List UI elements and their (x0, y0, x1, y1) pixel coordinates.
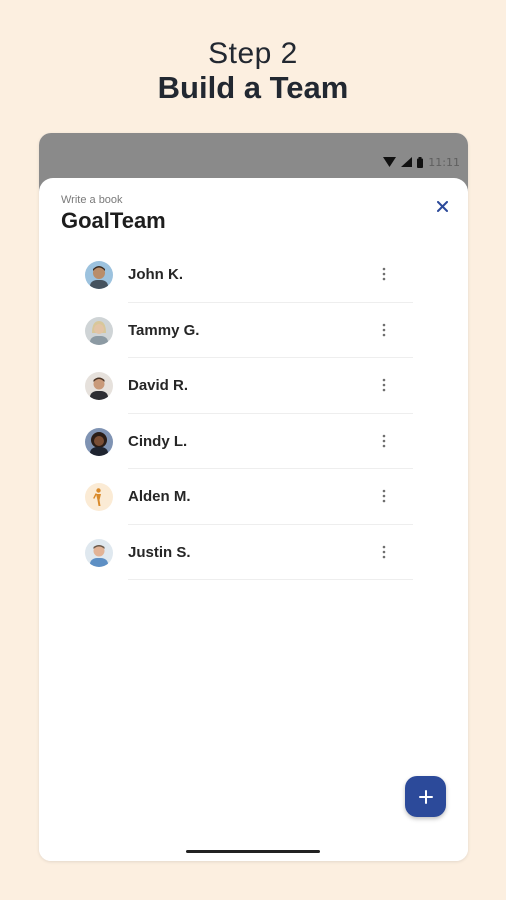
battery-icon (417, 156, 424, 168)
list-item[interactable]: Justin S. (39, 525, 468, 580)
divider (128, 579, 413, 580)
member-name: Justin S. (128, 543, 191, 561)
status-icons: 11:11 (383, 155, 460, 169)
member-name: David R. (128, 377, 189, 394)
avatar (85, 261, 113, 289)
avatar (85, 427, 113, 456)
wifi-icon (383, 157, 397, 167)
list-item[interactable]: John K. (39, 247, 468, 303)
team-member-list: John K. Tammy G. David R. Cindy L. Alden… (39, 247, 468, 580)
more-options-button[interactable] (375, 540, 393, 564)
more-vertical-icon (382, 434, 386, 447)
goal-subtitle: Write a book (61, 194, 123, 206)
plus-icon (418, 789, 433, 804)
more-options-button[interactable] (375, 484, 393, 508)
home-indicator[interactable] (186, 850, 320, 853)
more-vertical-icon (382, 489, 386, 503)
more-options-button[interactable] (375, 318, 393, 342)
more-options-button[interactable] (375, 373, 393, 397)
more-vertical-icon (382, 267, 386, 281)
list-item[interactable]: Cindy L. (39, 414, 468, 469)
phone-screen: 11:11 Write a book GoalTeam John K. Tamm… (39, 133, 468, 861)
sheet-title: GoalTeam (61, 208, 166, 233)
avatar (85, 538, 113, 567)
list-item[interactable]: David R. (39, 358, 468, 414)
signal-icon (401, 157, 413, 167)
avatar (85, 316, 113, 345)
status-time: 11:11 (428, 155, 460, 169)
more-options-button[interactable] (375, 262, 393, 286)
avatar (85, 483, 113, 511)
list-item[interactable]: Tammy G. (39, 303, 468, 358)
more-vertical-icon (382, 378, 386, 392)
member-name: John K. (128, 266, 183, 283)
member-name: Cindy L. (128, 432, 188, 450)
list-item[interactable]: Alden M. (39, 469, 468, 525)
more-vertical-icon (382, 545, 386, 558)
member-name: Alden M. (128, 488, 191, 505)
add-member-button[interactable] (405, 776, 446, 817)
page-title: Build a Team (157, 70, 349, 105)
more-vertical-icon (382, 323, 386, 336)
member-name: Tammy G. (128, 321, 200, 339)
avatar (85, 372, 113, 400)
close-button[interactable] (432, 196, 452, 216)
more-options-button[interactable] (375, 429, 393, 453)
step-label: Step 2 (208, 37, 298, 70)
goal-team-sheet: Write a book GoalTeam John K. Tammy G. D… (39, 178, 468, 861)
close-icon (436, 200, 448, 212)
